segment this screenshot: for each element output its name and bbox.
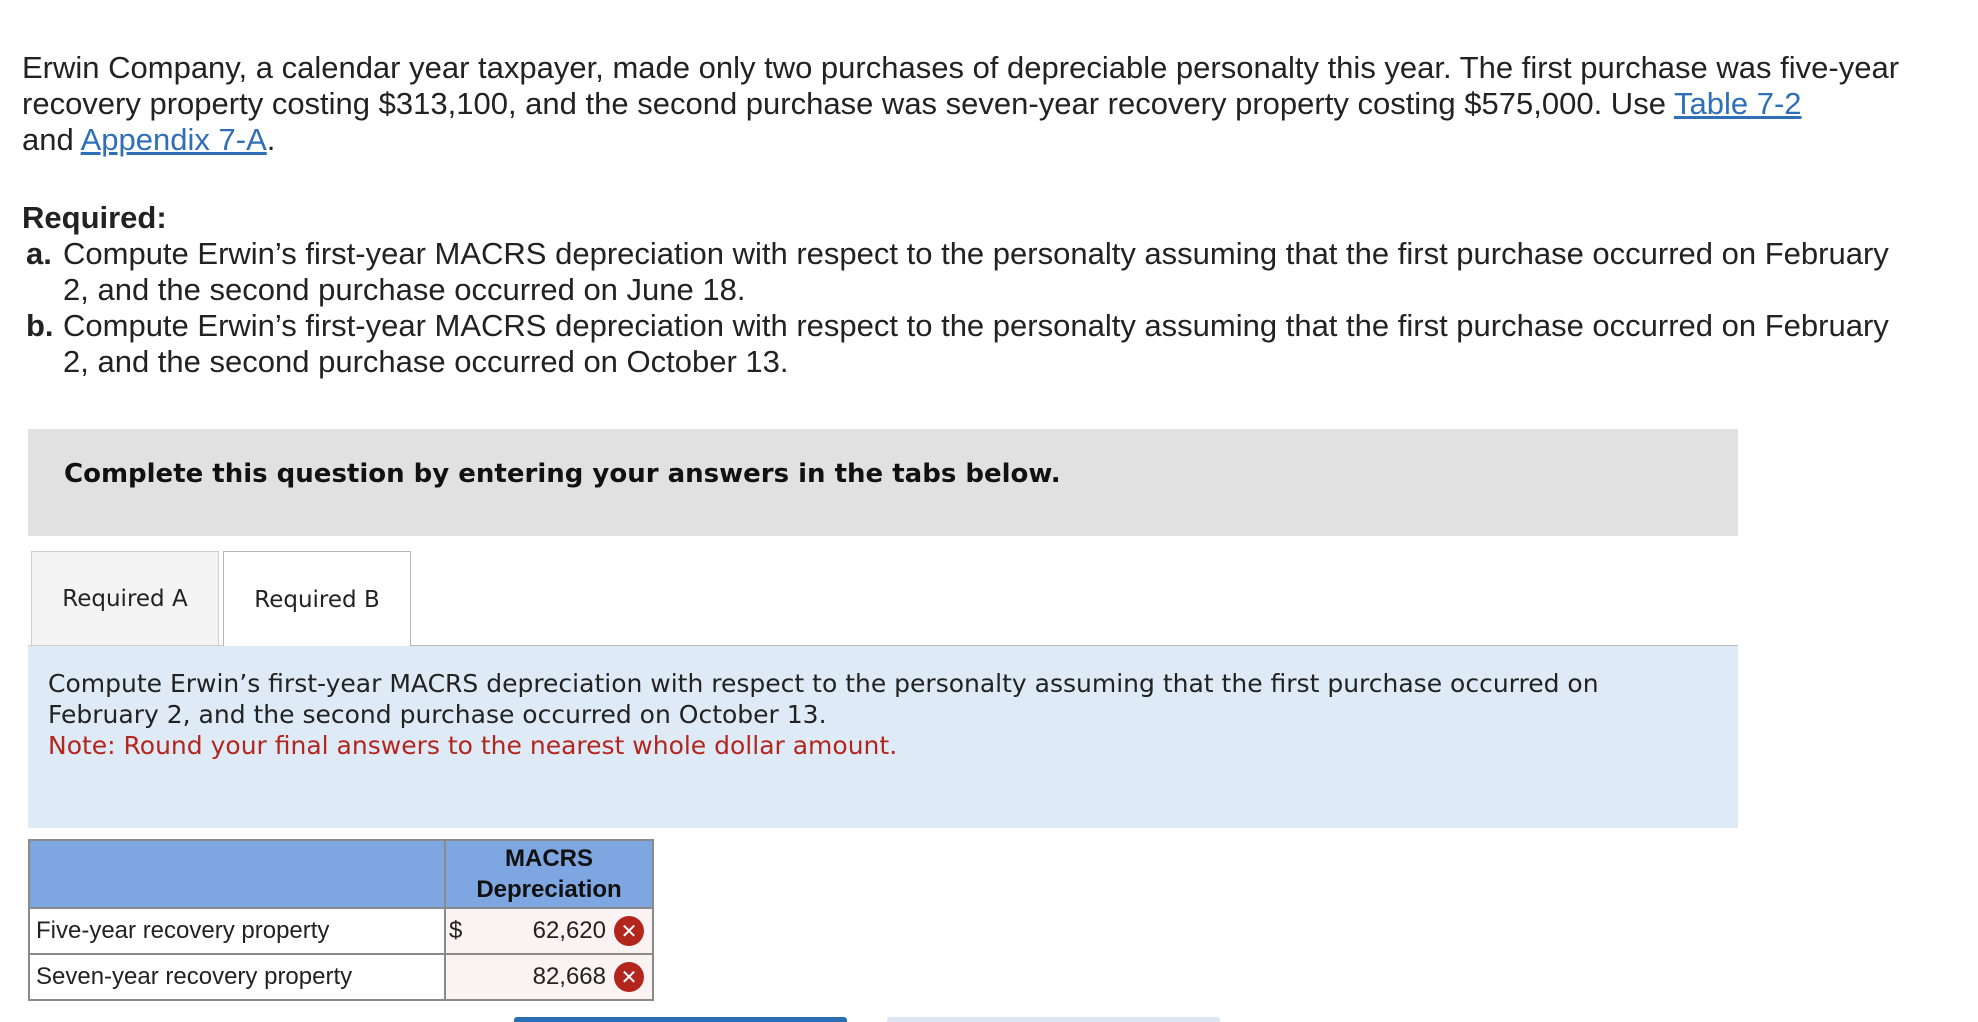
required-item-text: Compute Erwin’s first-year MACRS depreci… <box>63 236 1889 307</box>
required-item-b: b. Compute Erwin’s first-year MACRS depr… <box>22 308 1922 380</box>
required-section: Required: a. Compute Erwin’s first-year … <box>22 200 1922 380</box>
appendix-7-a-link[interactable]: Appendix 7-A <box>81 122 267 157</box>
required-item-letter: b. <box>26 308 54 343</box>
intro-joiner: and <box>22 122 81 157</box>
banner-text: Complete this question by entering your … <box>64 459 1061 489</box>
intro-period: . <box>266 122 276 157</box>
instructions-body: Compute Erwin’s first-year MACRS depreci… <box>48 669 1599 729</box>
tab-required-b[interactable]: Required B <box>223 551 411 647</box>
macrs-depreciation-header: MACRS Depreciation <box>444 839 654 909</box>
answer-input-seven-year[interactable]: 82,668 ✕ <box>444 953 654 1001</box>
answer-value[interactable]: 62,620 <box>471 917 614 945</box>
incorrect-x-icon: ✕ <box>614 962 644 992</box>
question-page: Erwin Company, a calendar year taxpayer,… <box>0 0 1978 1022</box>
problem-intro: Erwin Company, a calendar year taxpayer,… <box>22 50 1922 158</box>
intro-text: Erwin Company, a calendar year taxpayer,… <box>22 50 1900 121</box>
required-item-a: a. Compute Erwin’s first-year MACRS depr… <box>22 236 1922 308</box>
tab-instructions-panel: Compute Erwin’s first-year MACRS depreci… <box>28 646 1738 828</box>
table-row: Five-year recovery property $ 62,620 ✕ <box>28 907 654 955</box>
instructions-text: Compute Erwin’s first-year MACRS depreci… <box>48 668 1708 761</box>
next-tab-button[interactable] <box>887 1017 1220 1022</box>
answer-table-blank-header <box>28 839 446 909</box>
row-label: Seven-year recovery property <box>28 953 446 1001</box>
rounding-note: Note: Round your final answers to the ne… <box>48 731 898 760</box>
required-heading: Required: <box>22 200 167 235</box>
required-item-text: Compute Erwin’s first-year MACRS depreci… <box>63 308 1889 379</box>
answer-value[interactable]: 82,668 <box>471 963 614 991</box>
answer-input-five-year[interactable]: $ 62,620 ✕ <box>444 907 654 955</box>
instructions-banner: Complete this question by entering your … <box>28 429 1738 536</box>
answer-table: MACRS Depreciation Five-year recovery pr… <box>28 839 654 1001</box>
incorrect-x-icon: ✕ <box>614 916 644 946</box>
currency-symbol: $ <box>449 917 463 944</box>
row-label: Five-year recovery property <box>28 907 446 955</box>
table-row: Seven-year recovery property 82,668 ✕ <box>28 953 654 1001</box>
answer-table-header-row: MACRS Depreciation <box>28 839 654 909</box>
previous-tab-button[interactable] <box>514 1017 847 1022</box>
required-item-letter: a. <box>26 236 52 271</box>
table-7-2-link[interactable]: Table 7-2 <box>1674 86 1802 121</box>
tab-required-a[interactable]: Required A <box>31 551 219 645</box>
